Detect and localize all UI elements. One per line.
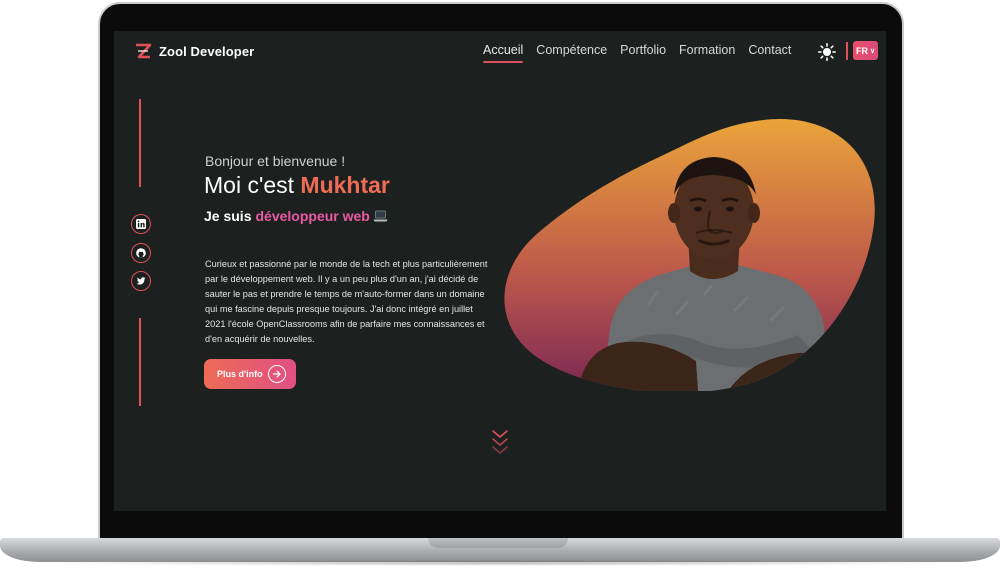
hero-about-text: Curieux et passionné par le monde de la … (205, 259, 488, 344)
more-info-label: Plus d'info (217, 369, 263, 379)
main-menu: Accueil Compétence Portfolio Formation C… (483, 43, 804, 63)
brand[interactable]: Zool Developer (134, 42, 254, 60)
hero-intro-prefix: Moi c'est (204, 172, 295, 198)
social-line-top (139, 99, 141, 187)
hero-role-prefix: Je suis (204, 208, 252, 224)
twitter-icon (136, 277, 146, 285)
hero-intro: Moi c'est Mukhtar (204, 172, 390, 199)
brand-name: Zool Developer (159, 43, 255, 59)
zool-logo-icon (136, 43, 152, 59)
nav-item-portfolio[interactable]: Portfolio (620, 43, 666, 57)
laptop-notch (428, 538, 568, 548)
github-icon (136, 248, 146, 258)
scroll-down-icon[interactable] (491, 429, 509, 457)
more-info-button[interactable]: Plus d'info (204, 359, 296, 389)
github-link[interactable] (131, 243, 151, 263)
twitter-link[interactable] (131, 271, 151, 291)
nav-item-formation[interactable]: Formation (679, 43, 735, 57)
chevron-down-icon: ∨ (870, 47, 876, 55)
linkedin-link[interactable] (131, 214, 151, 234)
nav-item-accueil[interactable]: Accueil (483, 43, 524, 63)
linkedin-icon (136, 219, 146, 229)
laptop-shadow (30, 560, 970, 566)
nav-item-contact[interactable]: Contact (748, 43, 791, 57)
laptop-icon (373, 210, 388, 222)
navbar: Zool Developer Accueil Compétence Portfo… (114, 31, 886, 71)
nav-divider (846, 42, 848, 60)
hero-role-title: développeur web (255, 208, 370, 224)
language-select[interactable]: FR ∨ (853, 41, 878, 60)
hero-portrait (504, 119, 875, 391)
hero-greeting: Bonjour et bienvenue ! (205, 153, 346, 169)
sun-icon[interactable] (818, 43, 836, 61)
hero-name: Mukhtar (300, 172, 390, 198)
social-line-bottom (139, 318, 141, 406)
website-screen: Zool Developer Accueil Compétence Portfo… (114, 31, 886, 511)
language-value: FR (856, 45, 868, 56)
hero-role: Je suis développeur web (204, 208, 388, 224)
arrow-right-icon (267, 365, 286, 383)
nav-item-competence[interactable]: Compétence (536, 43, 607, 57)
